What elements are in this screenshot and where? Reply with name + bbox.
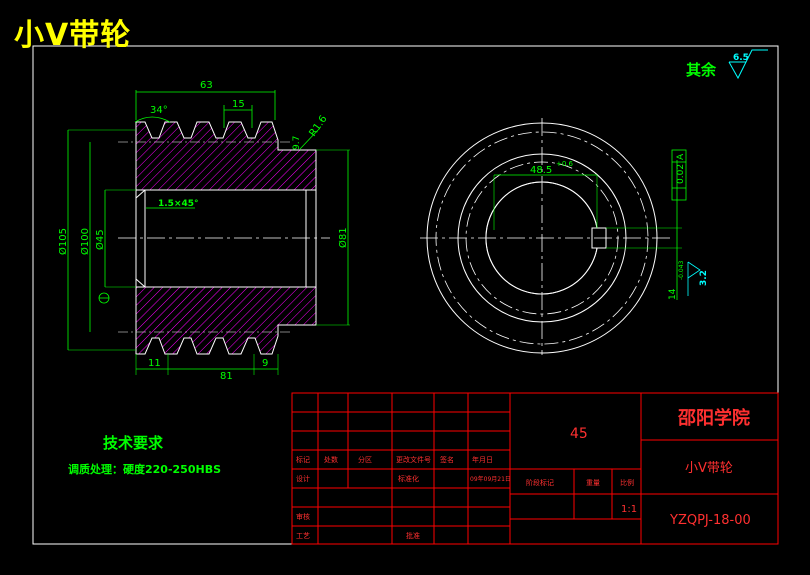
dim-small-step-text: 9.7	[292, 136, 302, 150]
tb-label-ratio: 比例	[620, 478, 634, 487]
tb-label-stage: 阶段标记	[526, 478, 554, 487]
tb-label-mark: 标记	[296, 455, 310, 464]
tb-label-process: 工艺	[296, 532, 310, 540]
dim-chamfer-text: 1.5×45°	[158, 199, 199, 209]
dim-right-offset-text: 9	[262, 358, 268, 369]
title-block-text: 45 邵阳学院 小V带轮 YZQPJ-18-00 1:1 标记 处数 分区 更改…	[296, 407, 751, 540]
dim-pitch-dia-text: Ø100	[79, 228, 91, 255]
tech-req-heading: 技术要求	[103, 434, 164, 452]
tb-label-design-date: 09年09月21日	[470, 475, 511, 483]
tb-part-name: 小V带轮	[685, 461, 733, 476]
dim-groove-angle-text: 34°	[150, 105, 168, 116]
dim-groove-pitch-text: 15	[232, 99, 245, 110]
tolerance-frame: 0.02 A	[671, 149, 687, 201]
dim-overall-length-text: 63	[200, 80, 213, 91]
tb-label-weight: 重量	[586, 479, 600, 487]
tb-label-check: 审核	[296, 512, 310, 521]
tolerance-datum: A	[676, 153, 686, 160]
tb-school: 邵阳学院	[677, 407, 750, 429]
front-section-view: 63 15 34° R1.6 9.7 1.5×45° Ø105 Ø100 Ø45	[57, 80, 350, 382]
dim-hub-length-text: 81	[220, 371, 233, 382]
side-view: 48.5 +0.6 14 -0.043 0.02 A 3.2	[420, 118, 709, 355]
dim-left-offset-text: 11	[148, 358, 161, 369]
tb-label-approve: 批准	[406, 531, 420, 540]
tb-label-standard: 标准化	[398, 474, 419, 483]
dim-radius-text: R1.6	[307, 114, 329, 139]
top-rim-hatch	[135, 121, 317, 191]
tb-label-design: 设计	[296, 474, 310, 483]
tb-material: 45	[570, 426, 588, 442]
dim-outer-dia-text: Ø105	[57, 228, 69, 255]
dim-keyway-tol-text: +0.6	[556, 160, 574, 168]
tb-scale: 1:1	[621, 504, 637, 515]
surface-finish-symbol: 其余 6.5	[686, 49, 768, 80]
dim-groove-angle: 34°	[134, 105, 171, 123]
dim-keyway-depth-tol-text: -0.043	[678, 260, 685, 280]
dim-bore-dia-text: Ø45	[94, 229, 106, 250]
dim-hub-dia-text: Ø81	[337, 227, 349, 248]
tb-label-zone: 分区	[358, 455, 372, 464]
tb-drawing-no: YZQPJ-18-00	[669, 513, 751, 528]
dim-keyway-width-text: 48.5	[530, 165, 552, 176]
cad-drawing-canvas: 其余 6.5 63 15 34° R1.6 9.7 1.5×45° Ø105 Ø…	[32, 45, 779, 545]
drawing-title: 小V带轮	[14, 18, 132, 53]
tb-label-count: 处数	[324, 455, 338, 464]
tech-req-text: 调质处理：硬度220-250HBS	[68, 462, 221, 476]
surface-finish-label: 其余	[686, 61, 717, 79]
tb-label-date: 年月日	[472, 455, 493, 464]
side-roughness-text: 3.2	[699, 270, 709, 286]
tolerance-value: 0.02	[676, 164, 686, 184]
tb-label-doc: 更改文件号	[396, 455, 431, 464]
surface-finish-value: 6.5	[733, 53, 749, 63]
dim-keyway-depth-text: 14	[668, 288, 678, 300]
tb-label-sign: 签名	[440, 455, 454, 464]
bottom-rim-hatch	[135, 286, 317, 355]
